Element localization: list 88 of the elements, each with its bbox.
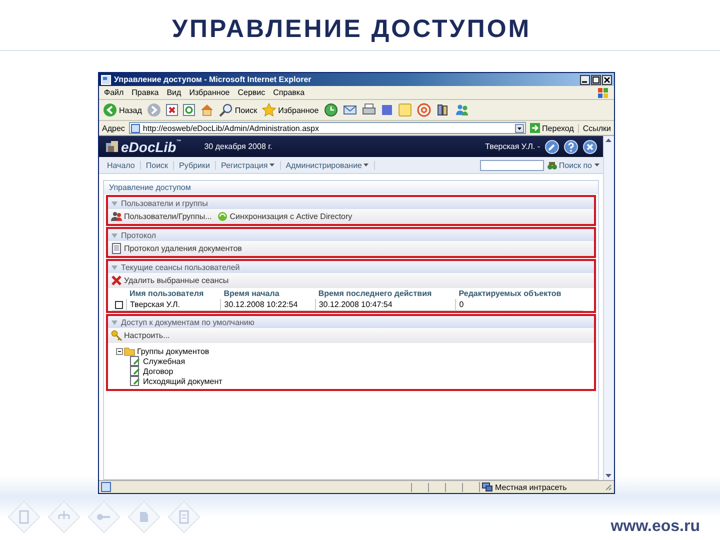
minimize-icon[interactable] xyxy=(580,74,590,84)
section-header[interactable]: Протокол xyxy=(108,229,594,241)
app-logo: eDocLib$^{™}$ xyxy=(105,138,182,154)
search-icon xyxy=(218,103,233,117)
menu-item[interactable]: Правка xyxy=(132,88,159,97)
action-link[interactable]: Удалить выбранные сеансы xyxy=(111,275,229,286)
tree-item[interactable]: Группы документов xyxy=(124,346,210,356)
table-cell: 30.12.2008 10:47:54 xyxy=(315,299,456,310)
action-link[interactable]: Синхронизация с Active Directory xyxy=(216,211,352,222)
go-button[interactable]: Переход xyxy=(530,123,574,133)
dropdown-icon[interactable] xyxy=(515,124,524,132)
house-icon[interactable] xyxy=(200,103,214,117)
menu-item[interactable]: Файл xyxy=(104,88,124,97)
close-icon[interactable] xyxy=(602,74,612,84)
binoculars-icon xyxy=(546,160,557,170)
action-link[interactable]: Протокол удаления документов xyxy=(111,243,242,254)
edit-document-icon xyxy=(130,366,141,376)
section-header[interactable]: Текущие сеансы пользователей xyxy=(108,261,594,273)
nav-link[interactable]: Рубрики xyxy=(174,160,216,170)
books-icon[interactable] xyxy=(436,103,450,117)
website-url: www.eos.ru xyxy=(610,518,700,536)
refresh-icon[interactable] xyxy=(182,104,195,116)
menu-item[interactable]: Справка xyxy=(273,88,305,97)
windows-logo-icon xyxy=(597,86,609,98)
help-icon[interactable] xyxy=(564,140,578,154)
status-zone: Местная интрасеть xyxy=(479,482,602,492)
printer-icon[interactable] xyxy=(362,103,376,117)
toolbar-button[interactable]: Поиск xyxy=(218,103,258,117)
table-cell: 0 xyxy=(456,299,584,310)
window-title: Управление доступом - Microsoft Internet Explorer xyxy=(114,75,312,84)
nav-link[interactable]: Начало xyxy=(102,160,141,170)
user-name: Тверская У.Л. - xyxy=(485,142,540,151)
network-icon xyxy=(482,482,493,492)
slide-title: УПРАВЛЕНИЕ ДОСТУПОМ xyxy=(0,0,720,51)
section-header[interactable]: Доступ к документам по умолчанию xyxy=(108,316,594,328)
menu-item[interactable]: Избранное xyxy=(189,88,230,97)
section-header[interactable]: Пользователи и группы xyxy=(108,197,594,209)
people-icon[interactable] xyxy=(454,103,469,117)
tree-item[interactable]: Служебная xyxy=(130,356,186,366)
stop-icon[interactable] xyxy=(166,104,178,116)
nav-link[interactable]: Поиск xyxy=(140,160,174,170)
caret-icon xyxy=(594,162,600,168)
links-button[interactable]: Ссылки xyxy=(578,124,611,132)
clock-icon[interactable] xyxy=(324,103,338,117)
caret-icon xyxy=(363,162,370,168)
document-icon xyxy=(111,243,122,254)
action-link[interactable]: Настроить... xyxy=(111,330,170,341)
resize-grip-icon xyxy=(604,483,612,491)
table-cell: Тверская У.Л. xyxy=(126,299,221,310)
action-link[interactable]: Пользователи/Группы... xyxy=(111,211,212,222)
table-cell: 30.12.2008 10:22:54 xyxy=(220,299,316,310)
envelope-icon[interactable] xyxy=(342,103,357,117)
page-icon xyxy=(130,124,140,132)
search-field[interactable] xyxy=(480,160,544,170)
cross-icon xyxy=(111,275,122,286)
search-button[interactable]: Поиск по xyxy=(546,160,600,170)
star-icon xyxy=(262,103,276,117)
column-header: Время начала xyxy=(220,288,316,299)
toolbar-button[interactable]: Избранное xyxy=(262,103,319,117)
users-icon xyxy=(111,211,122,222)
panel-title: Управление доступом xyxy=(104,181,598,194)
scrollbar[interactable] xyxy=(603,136,614,480)
page-icon xyxy=(101,74,111,84)
back-icon xyxy=(103,103,117,117)
tree-item[interactable]: Договор xyxy=(130,366,174,376)
toolbar-button[interactable]: Назад xyxy=(103,103,142,117)
nav-link[interactable]: Регистрация xyxy=(216,160,281,170)
column-header: Имя пользователя xyxy=(126,288,221,299)
column-header: Время последнего действия xyxy=(315,288,456,299)
caret-icon xyxy=(268,162,275,168)
collapse-box-icon[interactable] xyxy=(116,348,123,354)
edit-document-icon xyxy=(130,376,141,386)
column-header: Редактируемых объектов xyxy=(456,288,584,299)
page-status-icon xyxy=(101,482,111,492)
nav-link[interactable]: Администрирование xyxy=(280,160,376,170)
tree-item[interactable]: Исходящий документ xyxy=(130,376,222,386)
edit-document-icon xyxy=(130,356,141,366)
menu-item[interactable]: Вид xyxy=(166,88,182,97)
address-field[interactable]: http://eosweb/eDocLib/Admin/Administration.aspx xyxy=(128,122,526,134)
address-label: Адрес xyxy=(102,124,125,132)
logo-icon xyxy=(105,140,119,153)
date-label: 30 декабря 2008 г. xyxy=(204,142,272,151)
key-icon xyxy=(111,330,122,341)
menu-item[interactable]: Сервис xyxy=(238,88,266,97)
maximize-icon[interactable] xyxy=(591,74,601,84)
arrow-icon xyxy=(530,123,540,133)
square-icon[interactable] xyxy=(380,104,393,116)
row-checkbox[interactable] xyxy=(115,300,123,308)
